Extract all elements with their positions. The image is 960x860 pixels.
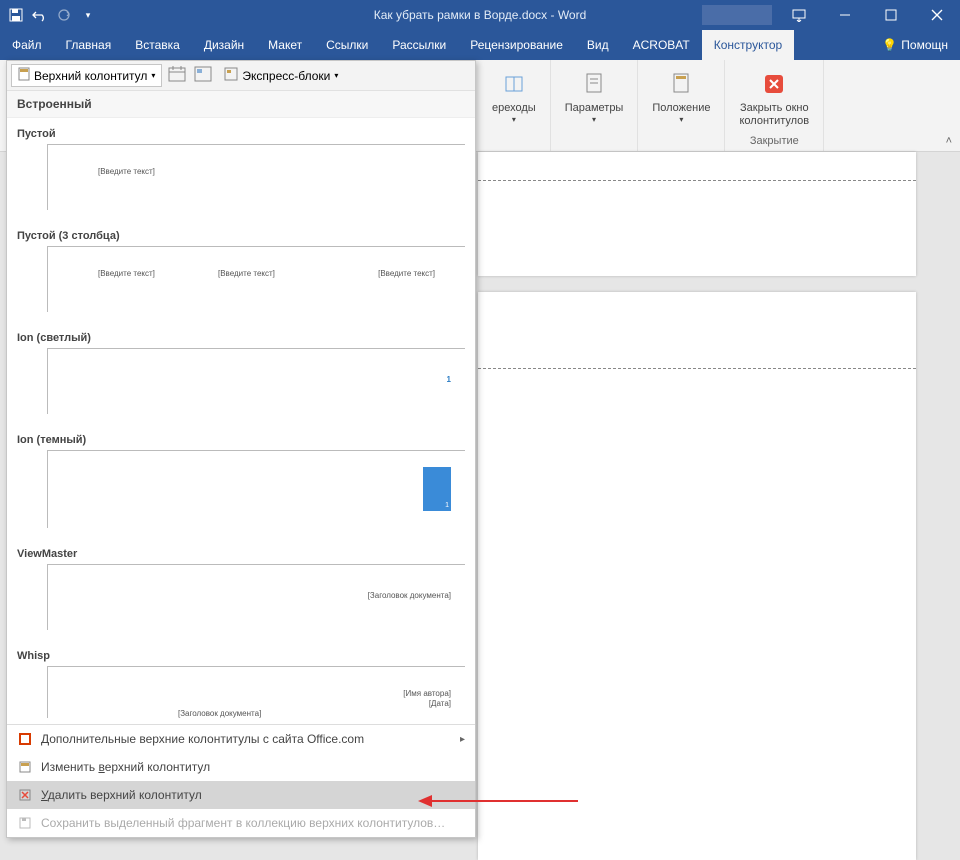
header-gallery-dropdown: Верхний колонтитул ▾ Экспресс-блоки ▾ Вс… xyxy=(6,60,476,838)
gallery-item-title: ViewMaster xyxy=(17,542,465,564)
tab-design[interactable]: Дизайн xyxy=(192,30,256,60)
header-dropdown-button[interactable]: Верхний колонтитул ▾ xyxy=(11,64,162,87)
header-dropdown-label: Верхний колонтитул xyxy=(34,69,147,83)
maximize-icon[interactable] xyxy=(868,0,914,30)
close-header-label: Закрыть окно колонтитулов xyxy=(739,102,809,128)
edit-header-icon xyxy=(17,759,33,775)
express-blocks-button[interactable]: Экспресс-блоки ▾ xyxy=(218,65,344,86)
transitions-button[interactable]: ереходы ▾ xyxy=(484,64,544,129)
undo-icon[interactable] xyxy=(32,7,48,23)
tab-designer[interactable]: Конструктор xyxy=(702,30,794,60)
menu-more-office-label: Дополнительные верхние колонтитулы с сай… xyxy=(41,732,364,746)
gallery-preview: 1 xyxy=(47,348,465,414)
transitions-icon xyxy=(498,68,530,100)
save-selection-icon xyxy=(17,815,33,831)
chevron-down-icon: ▾ xyxy=(151,71,155,80)
tab-review[interactable]: Рецензирование xyxy=(458,30,575,60)
ribbon-group-parameters: Параметры ▾ xyxy=(551,60,639,151)
ribbon-options-icon[interactable] xyxy=(776,0,822,30)
close-header-button[interactable]: Закрыть окно колонтитулов xyxy=(731,64,817,132)
red-arrow-annotation xyxy=(418,794,578,808)
quick-parts-icon[interactable] xyxy=(194,66,212,85)
gallery-item-title: Ion (светлый) xyxy=(17,326,465,348)
account-area[interactable] xyxy=(702,5,772,25)
tab-mailings[interactable]: Рассылки xyxy=(380,30,458,60)
menu-save-selection: Сохранить выделенный фрагмент в коллекци… xyxy=(7,809,475,837)
gallery-menu: Дополнительные верхние колонтитулы с сай… xyxy=(7,724,475,837)
parameters-icon xyxy=(578,68,610,100)
tab-home[interactable]: Главная xyxy=(54,30,124,60)
express-blocks-icon xyxy=(224,67,238,84)
tab-acrobat[interactable]: ACROBAT xyxy=(621,30,702,60)
position-button[interactable]: Положение ▾ xyxy=(644,64,718,129)
qat-customize-icon[interactable]: ▾ xyxy=(80,7,96,23)
gallery-item-title: Пустой xyxy=(17,122,465,144)
gallery-item-ion-light[interactable]: Ion (светлый) 1 xyxy=(7,322,475,424)
gallery-section-builtin: Встроенный xyxy=(7,91,475,118)
menu-delete-header[interactable]: Удалить верхний колонтитул xyxy=(7,781,475,809)
ribbon-tabs: Файл Главная Вставка Дизайн Макет Ссылки… xyxy=(0,30,960,60)
collapse-ribbon-icon[interactable]: ˄ xyxy=(946,135,952,147)
menu-save-selection-label: Сохранить выделенный фрагмент в коллекци… xyxy=(41,816,445,830)
gallery-item-whisp[interactable]: Whisp [Имя автора] [Дата] [Заголовок док… xyxy=(7,640,475,724)
gallery-item-title: Ion (темный) xyxy=(17,428,465,450)
transitions-label: ереходы xyxy=(492,102,536,115)
gallery-preview: [Имя автора] [Дата] [Заголовок документа… xyxy=(47,666,465,718)
gallery-scroll[interactable]: Пустой [Введите текст] Пустой (3 столбца… xyxy=(7,118,475,724)
tell-me[interactable]: 💡 Помощн xyxy=(870,30,960,60)
gallery-item-empty[interactable]: Пустой [Введите текст] xyxy=(7,118,475,220)
express-blocks-label: Экспресс-блоки xyxy=(242,69,330,83)
date-time-icon[interactable] xyxy=(168,65,188,86)
tab-layout[interactable]: Макет xyxy=(256,30,314,60)
header-page-icon xyxy=(18,67,30,84)
gallery-item-title: Whisp xyxy=(17,644,465,666)
gallery-preview: [Введите текст] [Введите текст] [Введите… xyxy=(47,246,465,312)
gallery-item-empty-3col[interactable]: Пустой (3 столбца) [Введите текст] [Введ… xyxy=(7,220,475,322)
gallery-item-title: Пустой (3 столбца) xyxy=(17,224,465,246)
ion-dark-box: 1 xyxy=(423,467,451,511)
document-title: Как убрать рамки в Ворде.docx - Word xyxy=(374,8,587,22)
position-icon xyxy=(665,68,697,100)
title-bar: ▾ Как убрать рамки в Ворде.docx - Word xyxy=(0,0,960,30)
gallery-item-ion-dark[interactable]: Ion (темный) 1 xyxy=(7,424,475,538)
dropdown-toolbar: Верхний колонтитул ▾ Экспресс-блоки ▾ xyxy=(7,61,475,91)
header-boundary-2 xyxy=(478,368,916,369)
tab-view[interactable]: Вид xyxy=(575,30,621,60)
gallery-preview: [Введите текст] xyxy=(47,144,465,210)
chevron-down-icon: ▾ xyxy=(334,71,338,80)
header-boundary-1 xyxy=(478,180,916,181)
redo-icon[interactable] xyxy=(56,7,72,23)
document-page-1[interactable] xyxy=(478,152,916,276)
close-header-icon xyxy=(758,68,790,100)
bulb-icon: 💡 xyxy=(882,38,897,52)
document-page-2[interactable] xyxy=(478,292,916,860)
tab-file[interactable]: Файл xyxy=(0,30,54,60)
menu-delete-header-label: Удалить верхний колонтитул xyxy=(41,788,202,802)
tell-me-label: Помощн xyxy=(901,38,948,52)
close-group-label: Закрытие xyxy=(750,135,799,149)
close-icon[interactable] xyxy=(914,0,960,30)
ribbon-group-transitions: ереходы ▾ xyxy=(478,60,551,151)
gallery-preview: 1 xyxy=(47,450,465,528)
tab-insert[interactable]: Вставка xyxy=(123,30,192,60)
minimize-icon[interactable] xyxy=(822,0,868,30)
parameters-button[interactable]: Параметры ▾ xyxy=(557,64,632,129)
office-icon xyxy=(17,731,33,747)
menu-edit-header-label: Изменить верхний колонтитул xyxy=(41,760,210,774)
delete-header-icon xyxy=(17,787,33,803)
position-label: Положение xyxy=(652,102,710,115)
tab-references[interactable]: Ссылки xyxy=(314,30,380,60)
save-icon[interactable] xyxy=(8,7,24,23)
chevron-right-icon: ▸ xyxy=(460,734,465,745)
ribbon-group-position: Положение ▾ xyxy=(638,60,725,151)
parameters-label: Параметры xyxy=(565,102,624,115)
gallery-item-viewmaster[interactable]: ViewMaster [Заголовок документа] xyxy=(7,538,475,640)
ribbon-group-close: Закрыть окно колонтитулов Закрытие xyxy=(725,60,824,151)
menu-more-office[interactable]: Дополнительные верхние колонтитулы с сай… xyxy=(7,725,475,753)
menu-edit-header[interactable]: Изменить верхний колонтитул xyxy=(7,753,475,781)
gallery-preview: [Заголовок документа] xyxy=(47,564,465,630)
